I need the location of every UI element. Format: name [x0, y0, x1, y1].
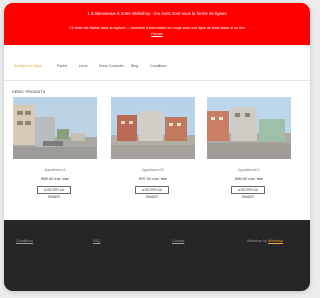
banner-message-text: Ce texte est illisible dans la capture —…: [69, 26, 245, 30]
add-to-cart-button[interactable]: AJOUTER AU PANIER: [135, 186, 169, 199]
product-price: €97,00 incl. btw: [139, 176, 167, 181]
product-image[interactable]: [111, 97, 195, 159]
footer-link-terms[interactable]: Conditions: [16, 239, 33, 243]
site-footer: Conditions FAQ Contact Webshop by Websho…: [4, 220, 310, 291]
product-name[interactable]: Appartement B: [111, 168, 195, 172]
main-navigation: Boutique en ligne Panier Liens Nous Cont…: [4, 62, 310, 74]
product-name[interactable]: Appartement A: [13, 168, 97, 172]
footer-credit-link[interactable]: Webshop: [268, 239, 283, 243]
nav-item-cart[interactable]: Panier: [57, 64, 67, 68]
add-to-cart-button[interactable]: AJOUTER AU PANIER: [37, 186, 71, 199]
footer-link-contact[interactable]: Contact: [172, 239, 184, 243]
footer-credit-text: Webshop by: [247, 239, 267, 243]
nav-item-shop[interactable]: Boutique en ligne: [14, 64, 42, 68]
footer-link-faq[interactable]: FAQ: [93, 239, 100, 243]
browser-window: 1 & Bienvenue à notre Webshop - les mots…: [4, 3, 310, 291]
product-card[interactable]: Appartement A €89,00 incl. btw AJOUTER A…: [13, 97, 103, 199]
add-to-cart-button[interactable]: AJOUTER AU PANIER: [231, 186, 265, 199]
notice-banner: 1 & Bienvenue à notre Webshop - les mots…: [4, 3, 310, 45]
banner-heading: 1 & Bienvenue à notre Webshop - les mots…: [87, 11, 227, 16]
product-card[interactable]: Appartement C €89,00 incl. btw AJOUTER A…: [207, 97, 297, 199]
product-name[interactable]: Appartement C: [207, 168, 291, 172]
banner-message: Ce texte est illisible dans la capture —…: [16, 25, 298, 37]
product-image[interactable]: [13, 97, 97, 159]
nav-divider: [4, 80, 310, 81]
nav-item-blog[interactable]: Blog: [131, 64, 138, 68]
product-image[interactable]: [207, 97, 291, 159]
nav-item-terms[interactable]: Conditions: [150, 64, 167, 68]
section-title: DÉMO: PRODUITS: [12, 90, 46, 94]
product-price: €89,00 incl. btw: [41, 176, 69, 181]
product-price: €89,00 incl. btw: [235, 176, 263, 181]
nav-item-links[interactable]: Liens: [79, 64, 88, 68]
product-card[interactable]: Appartement B €97,00 incl. btw AJOUTER A…: [111, 97, 201, 199]
footer-credit: Webshop by Webshop: [247, 239, 283, 243]
nav-item-contact[interactable]: Nous Contacter: [99, 64, 124, 68]
banner-link[interactable]: Fermer: [151, 32, 163, 36]
